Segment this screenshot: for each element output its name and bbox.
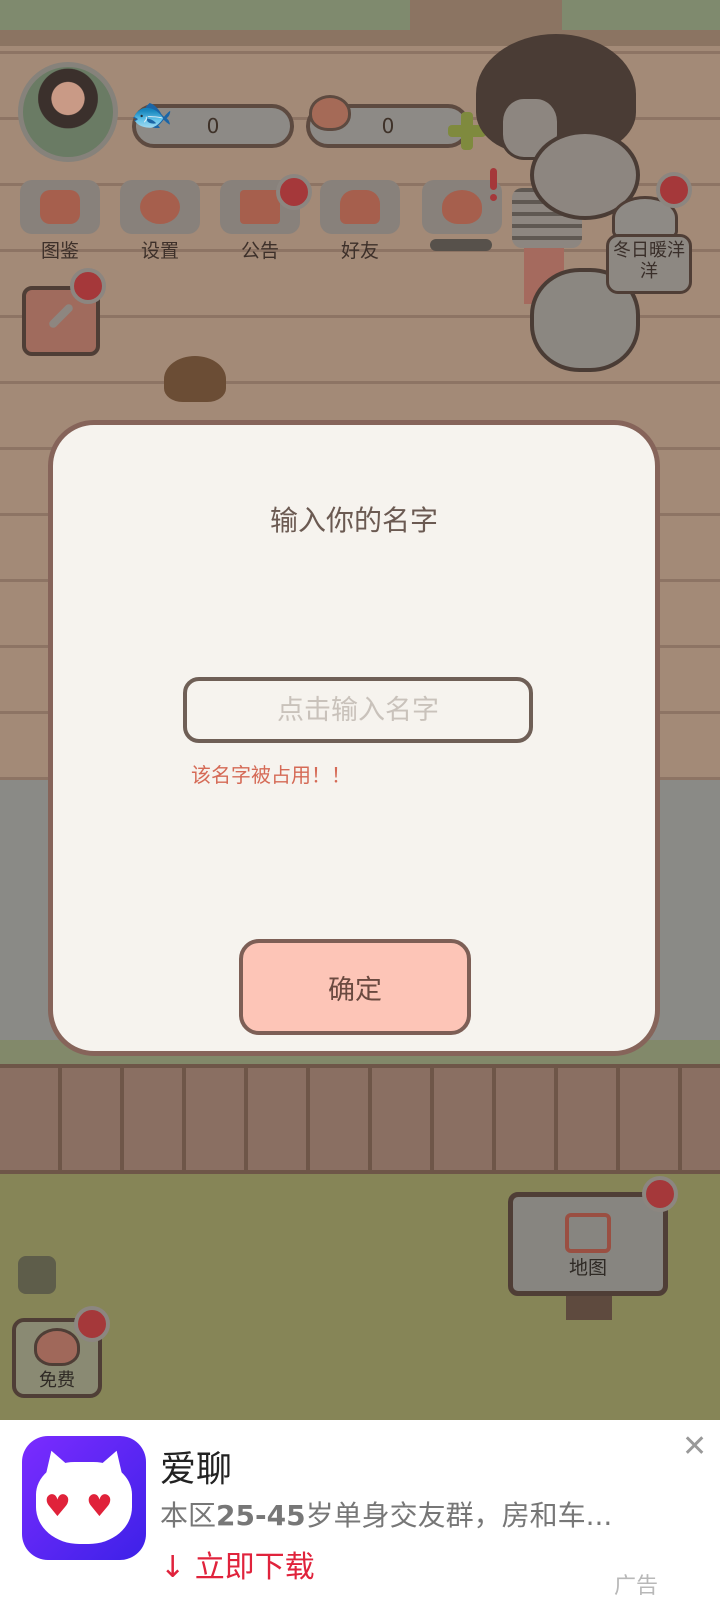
ad-app-icon[interactable]: ♥ ♥ bbox=[22, 1436, 146, 1560]
winter-event-badge bbox=[656, 172, 692, 208]
cloud-icon[interactable] bbox=[18, 1256, 56, 1294]
cat-head-icon bbox=[20, 180, 100, 234]
ad-desc-emph: 25-45 bbox=[216, 1499, 306, 1532]
ad-tag: 广告 bbox=[614, 1574, 659, 1599]
name-error-text: 该名字被占用！！ bbox=[191, 763, 351, 787]
download-arrow-icon: ↓ bbox=[160, 1550, 186, 1585]
menu-notice-label: 公告 bbox=[240, 240, 279, 262]
fish-icon: 🐟 bbox=[130, 95, 174, 135]
window-right bbox=[562, 0, 720, 30]
menu-friends-label: 好友 bbox=[340, 240, 379, 262]
friends-icon bbox=[320, 180, 400, 234]
heart-eye-left-icon: ♥ bbox=[44, 1489, 71, 1524]
ad-desc-prefix: 本区 bbox=[160, 1499, 217, 1532]
ad-app-name[interactable]: 爱聊 bbox=[160, 1440, 232, 1492]
avatar[interactable] bbox=[18, 62, 118, 162]
house-icon bbox=[565, 1213, 611, 1253]
menu-settings-label: 设置 bbox=[140, 240, 179, 262]
free-badge bbox=[74, 1306, 110, 1342]
name-dialog: 输入你的名字 该名字被占用！！ 确定 bbox=[48, 420, 660, 1056]
menu-friends-button[interactable]: 好友 bbox=[318, 180, 402, 262]
fish-count: 0 bbox=[206, 114, 220, 138]
heart-face-icon bbox=[34, 1328, 80, 1366]
wooden-fence bbox=[0, 1064, 720, 1174]
poop-icon[interactable] bbox=[164, 356, 226, 402]
free-label: 免费 bbox=[39, 1370, 75, 1391]
map-button[interactable]: 地图 bbox=[508, 1192, 668, 1296]
ad-desc-suffix: 岁单身交友群，房和车... bbox=[305, 1499, 613, 1532]
ad-download-button[interactable]: ↓ 立即下载 bbox=[160, 1542, 315, 1586]
wall-top-strip bbox=[0, 0, 720, 46]
hearts-progress-bar bbox=[430, 239, 492, 251]
menu-settings-button[interactable]: 设置 bbox=[118, 180, 202, 262]
heart-count: 0 bbox=[381, 114, 395, 138]
ad-cta-label: 立即下载 bbox=[194, 1550, 315, 1585]
heart-eye-right-icon: ♥ bbox=[86, 1489, 113, 1524]
gear-icon bbox=[120, 180, 200, 234]
window-left bbox=[0, 0, 410, 30]
map-badge bbox=[642, 1176, 678, 1212]
confirm-button[interactable]: 确定 bbox=[239, 939, 471, 1035]
menu-catalog-label: 图鉴 bbox=[40, 240, 79, 262]
alert-exclamation-icon bbox=[488, 168, 498, 202]
menu-catalog-button[interactable]: 图鉴 bbox=[18, 180, 102, 262]
ad-banner[interactable]: ♥ ♥ 爱聊 本区25-45岁单身交友群，房和车... ↓ 立即下载 ✕ 广告 bbox=[0, 1420, 720, 1600]
dialog-title: 输入你的名字 bbox=[269, 504, 438, 537]
calendar-badge bbox=[70, 268, 106, 304]
name-input[interactable] bbox=[183, 677, 533, 743]
close-icon[interactable]: ✕ bbox=[682, 1432, 707, 1462]
ad-description: 本区25-45岁单身交友群，房和车... bbox=[160, 1494, 612, 1534]
heart-currency-icon bbox=[308, 94, 352, 132]
map-label: 地图 bbox=[568, 1257, 607, 1279]
winter-event-label: 冬日暖洋洋 bbox=[613, 240, 685, 282]
notice-badge bbox=[276, 174, 312, 210]
